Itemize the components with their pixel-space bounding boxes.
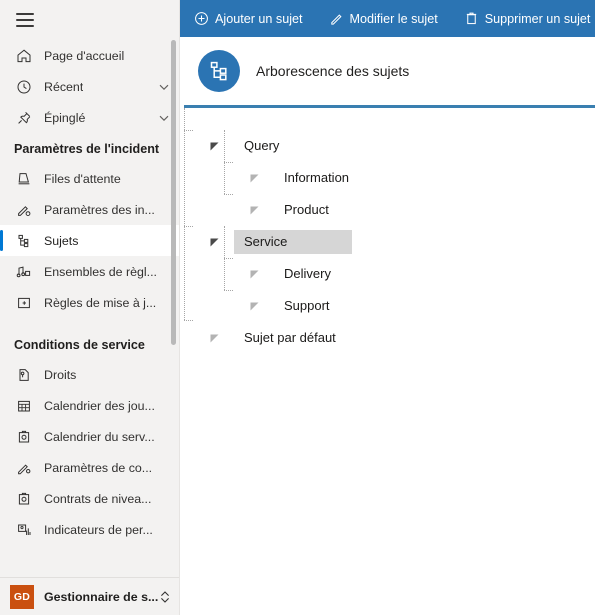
main-content: Ajouter un sujet Modifier le sujet Suppr…	[180, 0, 595, 615]
sidebar-item-label: Droits	[44, 367, 77, 382]
sidebar-item-label: Calendrier du serv...	[44, 429, 155, 444]
triangle-collapsed-icon[interactable]	[248, 300, 260, 312]
menu-hamburger-icon[interactable]	[16, 13, 34, 27]
tree-node-service[interactable]: Service	[194, 226, 595, 258]
settings-contract-icon	[14, 458, 34, 478]
clock-icon	[14, 77, 34, 97]
sidebar-item-label: Sujets	[44, 233, 79, 248]
add-subject-button[interactable]: Ajouter un sujet	[194, 11, 303, 26]
sidebar-item-label: Récent	[44, 79, 84, 94]
command-toolbar: Ajouter un sujet Modifier le sujet Suppr…	[180, 0, 595, 37]
home-icon	[14, 46, 34, 66]
sidebar-item-label: Files d'attente	[44, 171, 121, 186]
delete-subject-label: Supprimer un sujet	[484, 11, 591, 26]
add-subject-label: Ajouter un sujet	[215, 11, 303, 26]
triangle-collapsed-icon[interactable]	[248, 268, 260, 280]
calendar-icon	[14, 396, 34, 416]
triangle-collapsed-icon[interactable]	[248, 204, 260, 216]
update-rules-icon	[14, 293, 34, 313]
sidebar-item-label: Page d'accueil	[44, 48, 125, 63]
tree-node-label: Support	[284, 298, 330, 313]
add-circle-icon	[194, 11, 209, 26]
triangle-expanded-icon[interactable]	[208, 140, 220, 152]
sidebar-item-incident-settings[interactable]: Paramètres des in...	[0, 194, 179, 225]
sidebar-item-sla[interactable]: Contrats de nivea...	[0, 483, 179, 514]
edit-subject-label: Modifier le sujet	[349, 11, 438, 26]
tree-node-label: Sujet par défaut	[244, 330, 336, 345]
chevron-down-icon[interactable]	[157, 80, 171, 94]
avatar: GD	[10, 584, 34, 609]
tree-node-product[interactable]: Product	[194, 194, 595, 226]
service-calendar-icon	[14, 427, 34, 447]
tree-node-default-subject[interactable]: Sujet par défaut	[194, 322, 595, 354]
sidebar-item-label: Ensembles de règl...	[44, 264, 157, 279]
sidebar-item-service-calendar[interactable]: Calendrier du serv...	[0, 421, 179, 452]
sidebar-item-label: Paramètres de co...	[44, 460, 153, 475]
sidebar-item-rulesets[interactable]: Ensembles de règl...	[0, 256, 179, 287]
sidebar: Page d'accueil Récent Épinglé Paramètres…	[0, 0, 180, 615]
triangle-collapsed-icon[interactable]	[248, 172, 260, 184]
account-label: Gestionnaire de s...	[44, 589, 159, 604]
tree-node-label: Product	[284, 202, 329, 217]
edit-subject-button[interactable]: Modifier le sujet	[329, 11, 438, 26]
chevron-down-icon[interactable]	[157, 111, 171, 125]
sla-icon	[14, 489, 34, 509]
sidebar-section-title-incident: Paramètres de l'incident	[14, 142, 160, 156]
settings-incident-icon	[14, 200, 34, 220]
kpi-icon	[14, 520, 34, 540]
trash-icon	[464, 11, 479, 26]
sidebar-item-holiday-calendar[interactable]: Calendrier des jou...	[0, 390, 179, 421]
tree-node-support[interactable]: Support	[194, 290, 595, 322]
page-header: Arborescence des sujets	[180, 37, 595, 105]
rulesets-icon	[14, 262, 34, 282]
subject-tree: Query Information Product Service Delive…	[180, 108, 595, 578]
sidebar-item-entitlements[interactable]: Droits	[0, 359, 179, 390]
sidebar-item-label: Indicateurs de per...	[44, 522, 153, 537]
triangle-collapsed-icon[interactable]	[208, 332, 220, 344]
sidebar-item-pinned[interactable]: Épinglé	[0, 102, 179, 133]
queue-icon	[14, 169, 34, 189]
sidebar-item-sujets[interactable]: Sujets	[0, 225, 179, 256]
sidebar-item-update-rules[interactable]: Règles de mise à j...	[0, 287, 179, 318]
account-switcher[interactable]: GD Gestionnaire de s...	[0, 577, 179, 615]
sidebar-section-title-service: Conditions de service	[14, 338, 145, 352]
sidebar-item-queues[interactable]: Files d'attente	[0, 163, 179, 194]
sidebar-item-contract-settings[interactable]: Paramètres de co...	[0, 452, 179, 483]
sidebar-item-recent[interactable]: Récent	[0, 71, 179, 102]
pencil-icon	[329, 11, 344, 26]
entitlement-icon	[14, 365, 34, 385]
page-title: Arborescence des sujets	[256, 63, 410, 79]
pin-icon	[14, 108, 34, 128]
tree-node-label: Query	[244, 138, 280, 153]
sidebar-item-kpi[interactable]: Indicateurs de per...	[0, 514, 179, 545]
tree-node-label: Information	[284, 170, 350, 185]
sidebar-item-label: Épinglé	[44, 110, 86, 125]
sidebar-scrollbar[interactable]	[171, 40, 176, 345]
tree-node-query[interactable]: Query	[194, 130, 595, 162]
sidebar-item-home[interactable]: Page d'accueil	[0, 40, 179, 71]
sidebar-header	[0, 0, 179, 40]
tree-node-label: Delivery	[284, 266, 331, 281]
sidebar-item-label: Contrats de nivea...	[44, 491, 152, 506]
tree-node-information[interactable]: Information	[194, 162, 595, 194]
sidebar-item-label: Règles de mise à j...	[44, 295, 157, 310]
sidebar-item-label: Paramètres des in...	[44, 202, 155, 217]
app-root: Page d'accueil Récent Épinglé Paramètres…	[0, 0, 595, 615]
subject-tree-icon	[14, 231, 34, 251]
tree-node-label: Service	[234, 230, 352, 254]
tree-node-delivery[interactable]: Delivery	[194, 258, 595, 290]
triangle-expanded-icon[interactable]	[208, 236, 220, 248]
hierarchy-tree-icon	[198, 50, 240, 92]
sidebar-item-label: Calendrier des jou...	[44, 398, 155, 413]
chevron-up-down-icon[interactable]	[159, 589, 171, 605]
delete-subject-button[interactable]: Supprimer un sujet	[464, 11, 591, 26]
